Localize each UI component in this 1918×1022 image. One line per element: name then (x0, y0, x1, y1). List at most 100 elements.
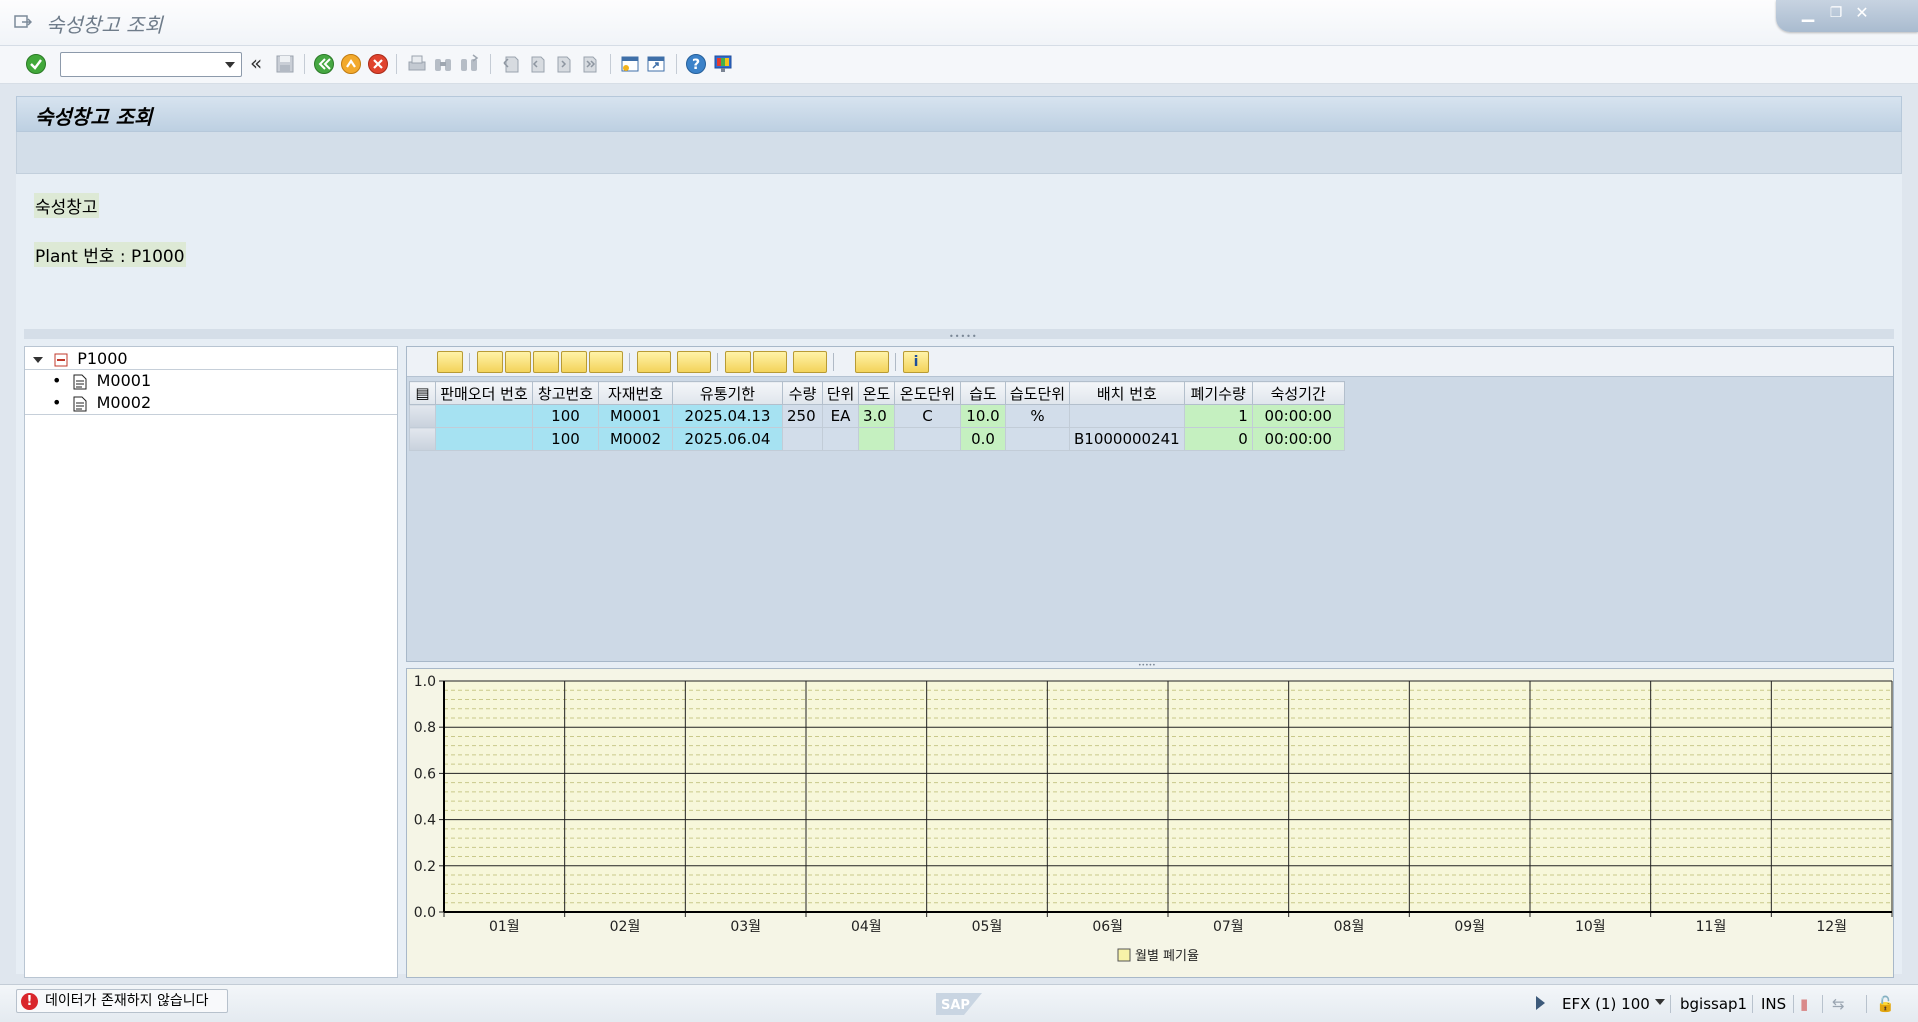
subtotal-icon[interactable] (677, 351, 711, 373)
export-icon[interactable] (793, 351, 827, 373)
insert-mode[interactable]: INS (1761, 995, 1786, 1013)
lock-status-icon[interactable]: ▮ (1800, 995, 1808, 1013)
table-cell[interactable]: 10.0 (960, 404, 1006, 428)
table-cell[interactable]: 250 (782, 404, 823, 428)
table-cell[interactable]: 100 (532, 404, 599, 428)
new-session-icon[interactable] (619, 53, 641, 75)
column-header[interactable]: 습도 (960, 381, 1006, 405)
tree-node-root[interactable]: P1000 (33, 348, 128, 370)
customize-layout-icon[interactable] (712, 53, 734, 75)
sum-icon[interactable] (637, 351, 671, 373)
tree-node-m0002[interactable]: • M0002 (52, 392, 151, 414)
column-header[interactable]: 폐기수량 (1183, 381, 1253, 405)
column-header[interactable]: 수량 (782, 381, 823, 405)
shortcut-icon[interactable] (645, 53, 667, 75)
table-cell[interactable]: B1000000241 (1069, 427, 1185, 451)
column-header[interactable]: 자재번호 (598, 381, 673, 405)
status-message[interactable]: ! 데이터가 존재하지 않습니다 (16, 989, 228, 1013)
tree-panel: P1000 • M0001 • M0002 (24, 346, 398, 978)
table-cell[interactable]: 00:00:00 (1251, 427, 1345, 451)
table-cell[interactable]: M0001 (598, 404, 673, 428)
column-header[interactable]: 판매오더 번호 (435, 381, 533, 405)
column-header[interactable]: 숙성기간 (1251, 381, 1345, 405)
column-header[interactable]: 유통기한 (672, 381, 783, 405)
restore-icon[interactable]: ❐ (1826, 4, 1846, 22)
table-cell[interactable]: 3.0 (858, 404, 895, 428)
last-page-icon[interactable] (578, 53, 600, 75)
table-cell[interactable] (894, 427, 961, 451)
find-next-icon[interactable] (458, 53, 480, 75)
table-cell[interactable]: 2025.06.04 (672, 427, 783, 451)
table-cell[interactable] (1005, 427, 1070, 451)
exit-icon[interactable] (340, 53, 362, 75)
sort-descending-icon[interactable] (505, 351, 531, 373)
command-field[interactable] (60, 52, 242, 77)
table-cell[interactable] (435, 427, 533, 451)
splitter-grip-icon[interactable]: ••••• (949, 332, 978, 341)
layout-icon[interactable] (855, 351, 889, 373)
column-header[interactable]: 온도 (858, 381, 895, 405)
window-controls: ▁ ❐ ✕ (1776, 0, 1918, 32)
table-cell[interactable] (435, 404, 533, 428)
expand-arrow-icon[interactable] (33, 356, 43, 363)
table-cell[interactable]: 0.0 (960, 427, 1006, 451)
connection-icon[interactable]: ⇆ (1832, 995, 1845, 1013)
help-icon[interactable]: ? (685, 53, 707, 75)
details-icon[interactable] (437, 351, 463, 373)
sort-ascending-icon[interactable] (477, 351, 503, 373)
table-cell[interactable]: M0002 (598, 427, 673, 451)
table-cell[interactable]: 100 (532, 427, 599, 451)
minimize-icon[interactable]: ▁ (1798, 4, 1818, 22)
row-selector[interactable] (409, 427, 436, 451)
table-row[interactable]: 100 M0001 2025.04.13 250 EA 3.0 C 10.0 %… (409, 404, 1345, 428)
column-header[interactable]: 배치 번호 (1069, 381, 1185, 405)
table-cell[interactable] (782, 427, 823, 451)
table-header-row: ▤ 판매오더 번호 창고번호 자재번호 유통기한 수량 단위 온도 온도단위 습… (409, 381, 1345, 405)
table-cell[interactable]: % (1005, 404, 1070, 428)
transaction-icon (14, 15, 32, 28)
check-icon[interactable] (25, 53, 47, 75)
unlock-icon[interactable]: 🔓 (1876, 995, 1895, 1013)
print-icon[interactable] (725, 351, 751, 373)
prev-page-icon[interactable] (526, 53, 548, 75)
find-icon[interactable] (432, 53, 454, 75)
find-icon[interactable] (533, 351, 559, 373)
table-cell[interactable]: C (894, 404, 961, 428)
table-row[interactable]: 100 M0002 2025.06.04 0.0 B1000000241 0 0… (409, 427, 1345, 451)
collapse-command-icon[interactable]: « (250, 51, 262, 75)
close-icon[interactable]: ✕ (1852, 4, 1872, 22)
table-cell[interactable]: 1 (1183, 404, 1253, 428)
table-cell[interactable]: EA (822, 404, 859, 428)
tree-node-m0001[interactable]: • M0001 (52, 370, 151, 392)
column-header[interactable]: 습도단위 (1005, 381, 1070, 405)
first-page-icon[interactable] (500, 53, 522, 75)
table-cell[interactable] (1069, 404, 1185, 428)
filter-icon[interactable] (589, 351, 623, 373)
table-cell[interactable]: 00:00:00 (1251, 404, 1345, 428)
column-header[interactable]: 온도단위 (894, 381, 961, 405)
next-page-icon[interactable] (552, 53, 574, 75)
column-header[interactable]: 창고번호 (532, 381, 599, 405)
splitter-horizontal[interactable]: ••••• (24, 329, 1894, 341)
table-cell[interactable] (822, 427, 859, 451)
layout-settings-icon[interactable]: ▤ (409, 381, 436, 405)
table-cell[interactable] (858, 427, 895, 451)
print-icon[interactable] (406, 53, 428, 75)
cancel-icon[interactable] (367, 53, 389, 75)
column-header[interactable]: 단위 (822, 381, 859, 405)
play-icon[interactable] (1536, 996, 1545, 1010)
chevron-down-icon[interactable] (225, 62, 235, 68)
chevron-down-icon[interactable] (1655, 999, 1665, 1005)
find-next-icon[interactable] (561, 351, 587, 373)
splitter-vertical-grip-icon[interactable]: ••••• (1138, 662, 1162, 669)
info-icon[interactable]: i (903, 351, 929, 373)
table-cell[interactable]: 2025.04.13 (672, 404, 783, 428)
table-cell[interactable]: 0 (1183, 427, 1253, 451)
views-icon[interactable] (753, 351, 787, 373)
document-icon (73, 374, 87, 389)
row-selector[interactable] (409, 404, 436, 428)
save-icon[interactable] (274, 53, 296, 75)
back-icon[interactable] (313, 53, 335, 75)
system-info[interactable]: EFX (1) 100 (1562, 995, 1650, 1013)
sap-logo: SAP (936, 993, 982, 1015)
